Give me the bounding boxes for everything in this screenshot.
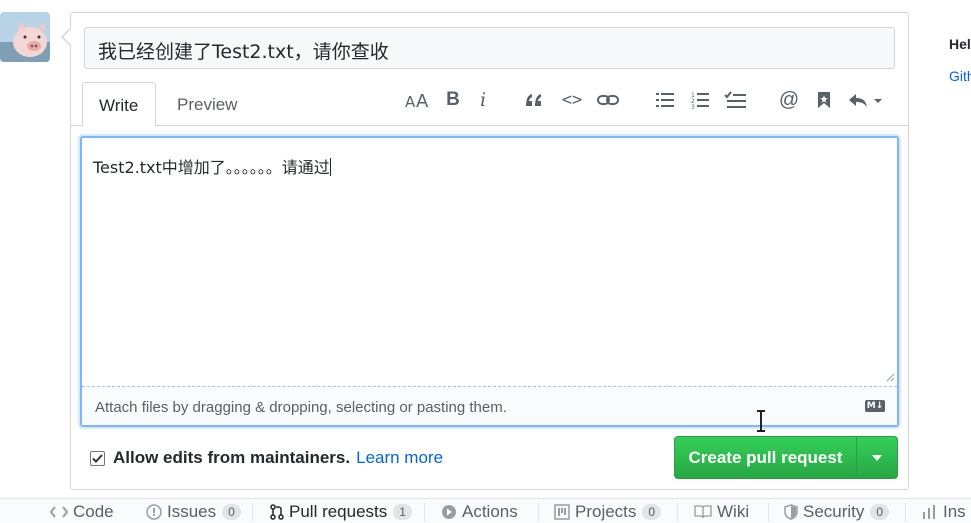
nav-code[interactable]: Code — [50, 499, 114, 523]
nav-projects-label: Projects — [575, 501, 637, 521]
mouse-ibeam-cursor-icon — [757, 410, 765, 432]
nav-divider — [768, 503, 769, 521]
code-button[interactable]: <> — [561, 88, 583, 112]
nav-divider — [424, 503, 425, 521]
quote-icon[interactable] — [523, 88, 545, 112]
link-icon[interactable] — [597, 88, 619, 112]
text-cursor — [329, 158, 331, 176]
nav-code-label: Code — [73, 501, 114, 521]
sidebar-help-text: Hel — [949, 36, 971, 52]
book-icon — [694, 504, 712, 518]
nav-divider — [538, 503, 539, 521]
text-size-icon[interactable]: AA — [404, 88, 430, 112]
svg-text:A: A — [416, 91, 429, 109]
nav-security[interactable]: Security 0 — [784, 499, 890, 523]
code-icon — [50, 505, 68, 518]
pull-request-icon — [270, 503, 284, 520]
create-pull-request-button-group: Create pull request — [674, 436, 898, 479]
nav-divider — [905, 503, 906, 521]
nav-pull-requests-count: 1 — [393, 503, 412, 520]
nav-actions-label: Actions — [462, 501, 518, 521]
sidebar-link[interactable]: Gith — [949, 68, 971, 84]
nav-issues-count: 0 — [222, 503, 241, 520]
italic-button[interactable]: i — [475, 88, 491, 112]
mention-button[interactable]: @ — [778, 88, 800, 112]
svg-text:A: A — [405, 93, 416, 109]
task-list-icon[interactable] — [724, 88, 746, 112]
learn-more-link[interactable]: Learn more — [356, 448, 443, 468]
pr-body-text: Test2.txt中增加了。。。。。。请通过 — [93, 158, 330, 177]
play-icon — [442, 504, 456, 519]
nav-wiki[interactable]: Wiki — [694, 499, 749, 523]
graph-icon — [923, 504, 935, 519]
pr-title-input[interactable]: 我已经创建了Test2.txt，请你查收 — [84, 27, 895, 69]
shield-icon — [784, 503, 798, 520]
avatar[interactable] — [0, 12, 50, 62]
speech-caret-inner — [63, 29, 71, 45]
project-icon — [554, 503, 570, 520]
repo-nav: Code Issues 0 Pull requests 1 Actions Pr… — [0, 498, 971, 523]
nav-divider — [252, 503, 253, 521]
nav-wiki-label: Wiki — [717, 501, 750, 521]
bookmark-icon[interactable] — [815, 88, 833, 112]
unordered-list-icon[interactable] — [655, 88, 675, 112]
create-options-dropdown[interactable] — [857, 437, 897, 478]
nav-projects[interactable]: Projects 0 — [554, 499, 662, 523]
nav-security-count: 0 — [870, 503, 890, 520]
svg-text:3: 3 — [691, 104, 695, 109]
pr-body-textarea[interactable]: Test2.txt中增加了。。。。。。请通过 Attach files by d… — [80, 136, 899, 427]
allow-edits-checkbox[interactable] — [90, 450, 105, 466]
nav-security-label: Security — [803, 501, 865, 521]
resize-handle-icon[interactable] — [885, 372, 895, 382]
tab-preview[interactable]: Preview — [161, 82, 253, 127]
ordered-list-icon[interactable]: 123 — [690, 88, 710, 112]
nav-projects-count: 0 — [642, 503, 662, 520]
attach-files-bar[interactable]: Attach files by dragging & dropping, sel… — [82, 386, 897, 425]
reply-icon[interactable] — [848, 88, 884, 112]
nav-actions[interactable]: Actions — [441, 499, 518, 523]
nav-issues-label: Issues — [167, 501, 217, 521]
nav-divider — [677, 503, 678, 521]
tab-write[interactable]: Write — [82, 82, 156, 127]
nav-pull-requests[interactable]: Pull requests 1 — [270, 499, 412, 523]
issue-icon — [146, 503, 162, 520]
nav-pull-requests-label: Pull requests — [289, 501, 388, 521]
bold-button[interactable]: B — [444, 88, 462, 112]
nav-insights[interactable]: Ins — [922, 499, 966, 523]
allow-edits-row: Allow edits from maintainers. Learn more — [90, 448, 443, 468]
allow-edits-label[interactable]: Allow edits from maintainers. — [113, 448, 350, 468]
chevron-down-icon — [872, 454, 882, 461]
create-pull-request-button[interactable]: Create pull request — [675, 437, 857, 478]
nav-insights-label: Ins — [943, 501, 966, 521]
attach-files-text: Attach files by dragging & dropping, sel… — [95, 399, 507, 416]
nav-issues[interactable]: Issues 0 — [146, 499, 241, 523]
markdown-icon[interactable]: M↓ — [865, 400, 885, 412]
